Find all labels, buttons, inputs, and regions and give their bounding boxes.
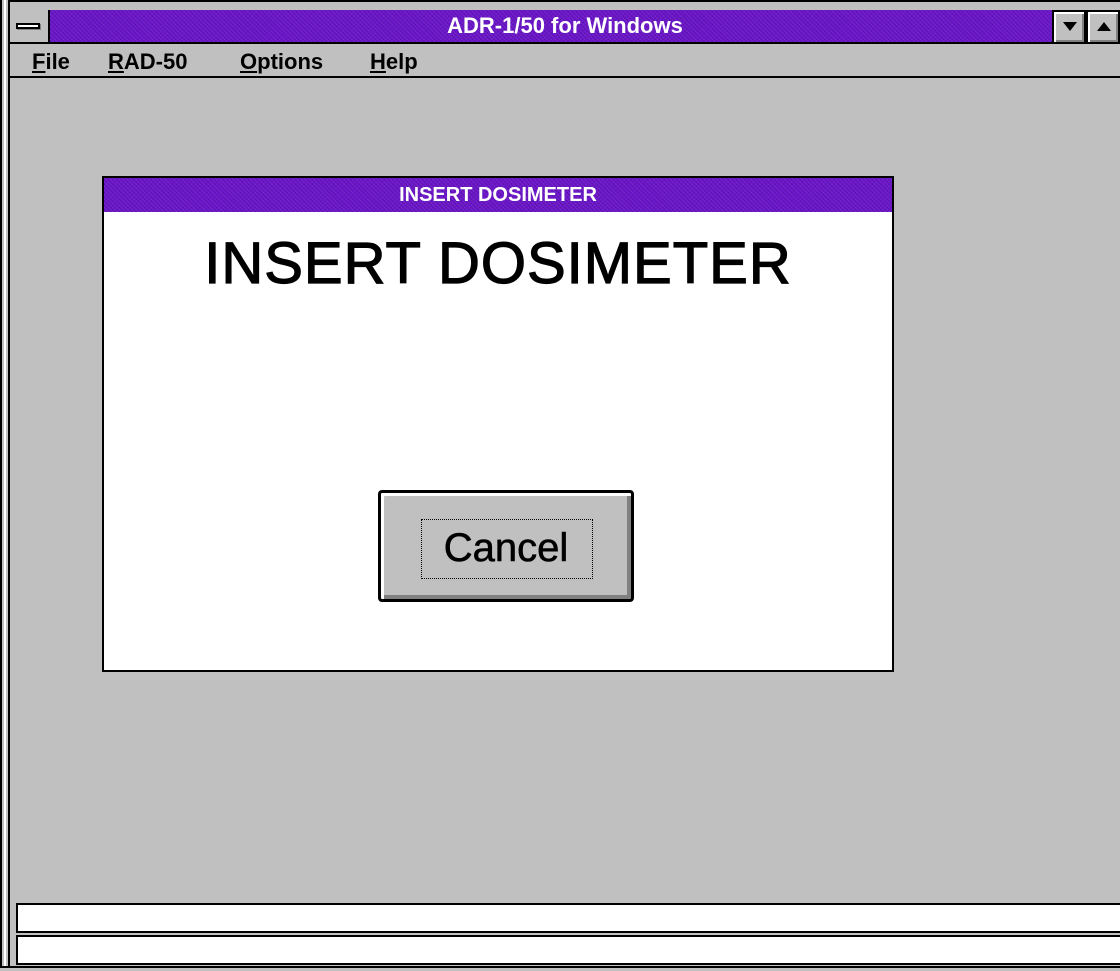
window-frame-bottom [0, 966, 1120, 971]
window-title-bar[interactable]: ADR-1/50 for Windows [10, 10, 1120, 44]
dialog-title: INSERT DOSIMETER [399, 184, 597, 206]
menu-file[interactable]: File [32, 50, 70, 76]
menu-file-label: ile [45, 49, 70, 74]
up-arrow-icon [1097, 22, 1111, 31]
menu-rad-50-mnemonic: R [108, 49, 124, 74]
window-title: ADR-1/50 for Windows [447, 13, 683, 38]
menu-help-mnemonic: H [370, 49, 386, 74]
insert-dosimeter-dialog: INSERT DOSIMETER INSERT DOSIMETER Cancel [102, 176, 894, 672]
maximize-button[interactable] [1086, 10, 1120, 44]
menu-options-label: ptions [257, 49, 324, 74]
menu-options-mnemonic: O [240, 49, 258, 74]
cancel-button[interactable]: Cancel [378, 490, 634, 602]
menu-rad-50-label: AD-50 [123, 49, 188, 74]
cancel-button-label: Cancel [443, 526, 569, 571]
status-bar-2 [16, 935, 1120, 965]
dialog-message: INSERT DOSIMETER [204, 230, 792, 296]
main-window: ADR-1/50 for Windows File RAD-50 Options… [0, 0, 1120, 971]
menu-file-mnemonic: F [32, 49, 46, 74]
status-bar-1 [16, 903, 1120, 933]
window-frame-left [0, 0, 10, 971]
menu-help-label: elp [385, 49, 418, 74]
system-menu-icon [16, 23, 40, 29]
menu-bar: File RAD-50 Options Help [10, 44, 1120, 78]
menu-help[interactable]: Help [370, 50, 418, 76]
down-arrow-icon [1063, 22, 1077, 31]
system-menu-button[interactable] [10, 10, 50, 44]
dialog-title-bar[interactable]: INSERT DOSIMETER [104, 178, 892, 212]
menu-rad-50[interactable]: RAD-50 [108, 50, 187, 76]
minimize-button[interactable] [1052, 10, 1086, 44]
menu-options[interactable]: Options [240, 50, 323, 76]
window-frame-top [0, 0, 1120, 10]
